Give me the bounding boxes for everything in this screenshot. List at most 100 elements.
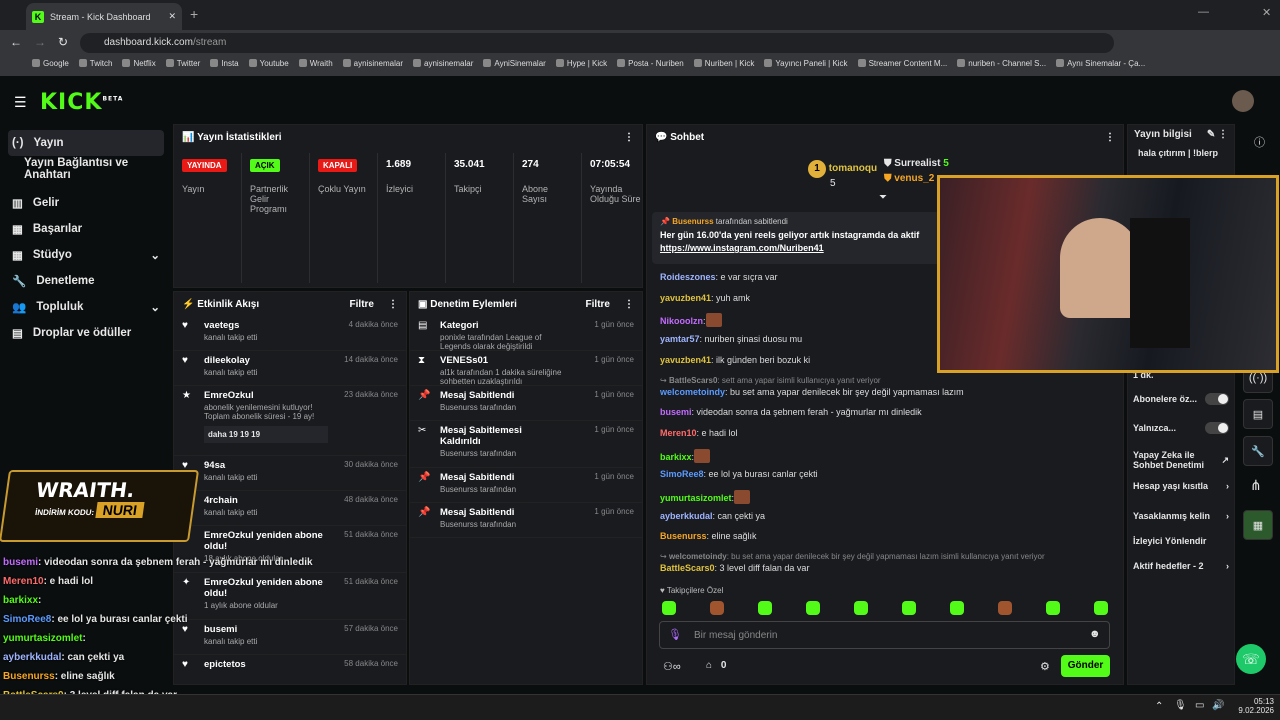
avatar[interactable] — [1232, 90, 1254, 112]
support-icon[interactable]: ☏ — [1236, 644, 1266, 674]
url-field[interactable]: dashboard.kick.com/stream — [80, 33, 1114, 53]
bookmark-item[interactable]: Yayıncı Paneli | Kick — [764, 59, 847, 73]
chat-message[interactable]: yumurtasizomlet: — [660, 490, 751, 504]
expand-icon[interactable]: ⏷ — [879, 192, 887, 203]
top-gifter-2[interactable]: ⛊ Surrealist 5 — [884, 158, 949, 169]
more-icon[interactable]: ⋮ — [1218, 129, 1228, 140]
reload-icon[interactable]: ↻ — [58, 35, 68, 49]
sidebar-item-6[interactable]: 👥 Topluluk ⌄ — [0, 294, 172, 320]
chat-message[interactable]: ayberkkudal: can çekti ya — [660, 511, 765, 521]
bookmark-item[interactable]: Hype | Kick — [556, 59, 607, 73]
forward-icon[interactable]: → — [34, 35, 46, 49]
info-icon[interactable]: ⓘ — [1254, 134, 1265, 150]
wrench-rail-icon[interactable]: 🔧 — [1243, 436, 1273, 466]
bookmark-item[interactable]: Nuriben | Kick — [694, 59, 755, 73]
back-icon[interactable]: ← — [10, 35, 22, 49]
chat-message[interactable]: BattleScars0: 3 level diff falan da var — [660, 563, 809, 573]
info-row[interactable]: Yapay Zeka ile Sohbet Denetimi ↗ — [1133, 450, 1229, 470]
info-row[interactable]: Yalnızca... — [1133, 422, 1229, 434]
list-item[interactable]: ▤ Kategori ponixle tarafından League of Le… — [410, 316, 642, 351]
chat-username[interactable]: yamtar57 — [660, 334, 700, 344]
bookmark-item[interactable]: Wraith — [299, 59, 333, 73]
minimize-icon[interactable]: — — [1198, 6, 1209, 18]
list-item[interactable]: ♥4rchainkanalı takip etti48 dakika önce — [174, 491, 406, 526]
share-icon[interactable]: ⋔ — [1250, 477, 1262, 494]
emote-icon[interactable] — [662, 601, 676, 615]
bookmark-item[interactable]: Netflix — [122, 59, 155, 73]
emote-icon[interactable] — [758, 601, 772, 615]
sidebar-item-5[interactable]: 🔧 Denetleme — [0, 268, 172, 294]
bookmark-item[interactable]: Twitch — [79, 59, 113, 73]
shop-icon[interactable]: ⌂ 0 — [706, 660, 726, 671]
list-item[interactable]: ✦ EmreOzkul yeniden abone oldu! 1 aylık ab… — [174, 573, 406, 620]
chat-message[interactable]: Busenurss: eline sağlık — [660, 531, 757, 541]
bookmark-item[interactable]: Streamer Content M... — [858, 59, 948, 73]
top-gifter-3[interactable]: ⛊ venus_2 — [884, 173, 934, 184]
emote-icon[interactable] — [950, 601, 964, 615]
chat-message[interactable]: SimoRee8: ee lol ya burası canlar çekti — [660, 469, 818, 479]
more-icon[interactable]: ⋮ — [624, 132, 634, 143]
send-button[interactable]: Gönder — [1061, 655, 1110, 677]
activity-filter-button[interactable]: Filtre — [350, 299, 374, 310]
info-row[interactable]: Abonelere öz... — [1133, 393, 1229, 405]
emote-icon[interactable] — [998, 601, 1012, 615]
sidebar-item-4[interactable]: ▦ Stüdyo ⌄ — [0, 242, 172, 268]
bookmark-item[interactable]: nuriben - Channel S... — [957, 59, 1046, 73]
emoji-icon[interactable]: ☻ — [1089, 628, 1101, 640]
info-row[interactable]: Hesap yaşı kısıtla › — [1133, 481, 1229, 491]
chat-message[interactable]: yamtar57: nuriben şinasi duosu mu — [660, 334, 802, 344]
volume-icon[interactable]: 🔊 — [1212, 700, 1224, 711]
chat-message[interactable]: welcometoindy: bu set ama yapar denilece… — [660, 387, 964, 397]
chat-username[interactable]: welcometoindy — [660, 387, 725, 397]
chat-message[interactable]: Meren10: e hadi lol — [660, 428, 738, 438]
emote-icon[interactable] — [806, 601, 820, 615]
chat-username[interactable]: welcometoindy — [669, 552, 727, 561]
chat-username[interactable]: ayberkkudal — [660, 511, 713, 521]
bookmark-item[interactable]: Youtube — [249, 59, 289, 73]
points-icon[interactable]: ⚇∞ — [663, 660, 681, 673]
browser-tab[interactable]: K Stream - Kick Dashboard ✕ — [26, 3, 182, 30]
info-row[interactable]: Yasaklanmış kelin › — [1133, 511, 1229, 521]
chat-message[interactable]: ↪ welcometoindy: bu set ama yapar denile… — [660, 552, 1045, 561]
list-item[interactable]: ⧗ VENESs01 al1k tarafından 1 dakika süreli… — [410, 351, 642, 386]
chat-message[interactable]: Nikooolzn: — [660, 313, 722, 328]
list-item[interactable]: ♥ 94sa kanalı takip etti 30 dakika önce — [174, 456, 406, 491]
close-tab-icon[interactable]: ✕ — [168, 11, 176, 22]
info-row[interactable]: İzleyici Yönlendir — [1133, 536, 1229, 546]
menu-icon[interactable]: ☰ — [14, 94, 27, 111]
sidebar-item-2[interactable]: ▥ Gelir — [0, 190, 172, 216]
mic-tray-icon[interactable]: 🎙 — [1174, 700, 1187, 711]
list-item[interactable]: 📌 Mesaj Sabitlendi Busenurss tarafından 1 g… — [410, 503, 642, 538]
emote-icon[interactable] — [854, 601, 868, 615]
bookmark-item[interactable]: Twitter — [166, 59, 201, 73]
tray-chevron-icon[interactable]: ⌃ — [1155, 701, 1163, 712]
chat-username[interactable]: barkixx — [660, 452, 692, 462]
bookmark-item[interactable]: aynisinemalar — [413, 59, 473, 73]
chat-message[interactable]: yavuzben41: ilk günden beri bozuk ki — [660, 355, 810, 365]
chat-username[interactable]: Meren10 — [660, 428, 697, 438]
chat-username[interactable]: busemi — [660, 407, 692, 417]
chat-username[interactable]: BattleScars0 — [669, 376, 717, 385]
kick-logo[interactable]: KICKBETA — [40, 90, 123, 115]
chat-username[interactable]: BattleScars0 — [660, 563, 715, 573]
bookmark-item[interactable]: AyniSinemalar — [483, 59, 545, 73]
emote-icon[interactable] — [902, 601, 916, 615]
emote-icon[interactable] — [1094, 601, 1108, 615]
more-icon[interactable]: ⋮ — [624, 299, 634, 310]
chat-input[interactable]: Bir mesaj gönderin — [659, 621, 1110, 649]
chat-message[interactable]: yavuzben41: yuh amk — [660, 293, 750, 303]
sidebar-item-0[interactable]: (·) Yayın — [8, 130, 164, 156]
bookmark-item[interactable]: Posta - Nuriben — [617, 59, 684, 73]
chat-username[interactable]: yavuzben41 — [660, 355, 711, 365]
list-item[interactable]: ♥ busemi kanalı takip etti 57 dakika önce — [174, 620, 406, 655]
list-item[interactable]: ★ EmreOzkul abonelik yenilemesini kutluyor… — [174, 386, 406, 456]
chat-message[interactable]: barkixx: — [660, 448, 711, 463]
list-item[interactable]: ♥ epictetos 58 dakika önce — [174, 655, 406, 684]
toggle-switch[interactable] — [1205, 422, 1229, 434]
sidebar-item-3[interactable]: ▦ Başarılar — [0, 216, 172, 242]
top-gifter-1[interactable]: 1 tomanoqu 5 — [808, 160, 877, 189]
new-tab-icon[interactable]: + — [190, 6, 198, 22]
settings-icon[interactable]: ⚙ — [1040, 660, 1050, 673]
more-icon[interactable]: ⋮ — [388, 299, 398, 310]
network-icon[interactable]: ▭ — [1195, 700, 1204, 711]
